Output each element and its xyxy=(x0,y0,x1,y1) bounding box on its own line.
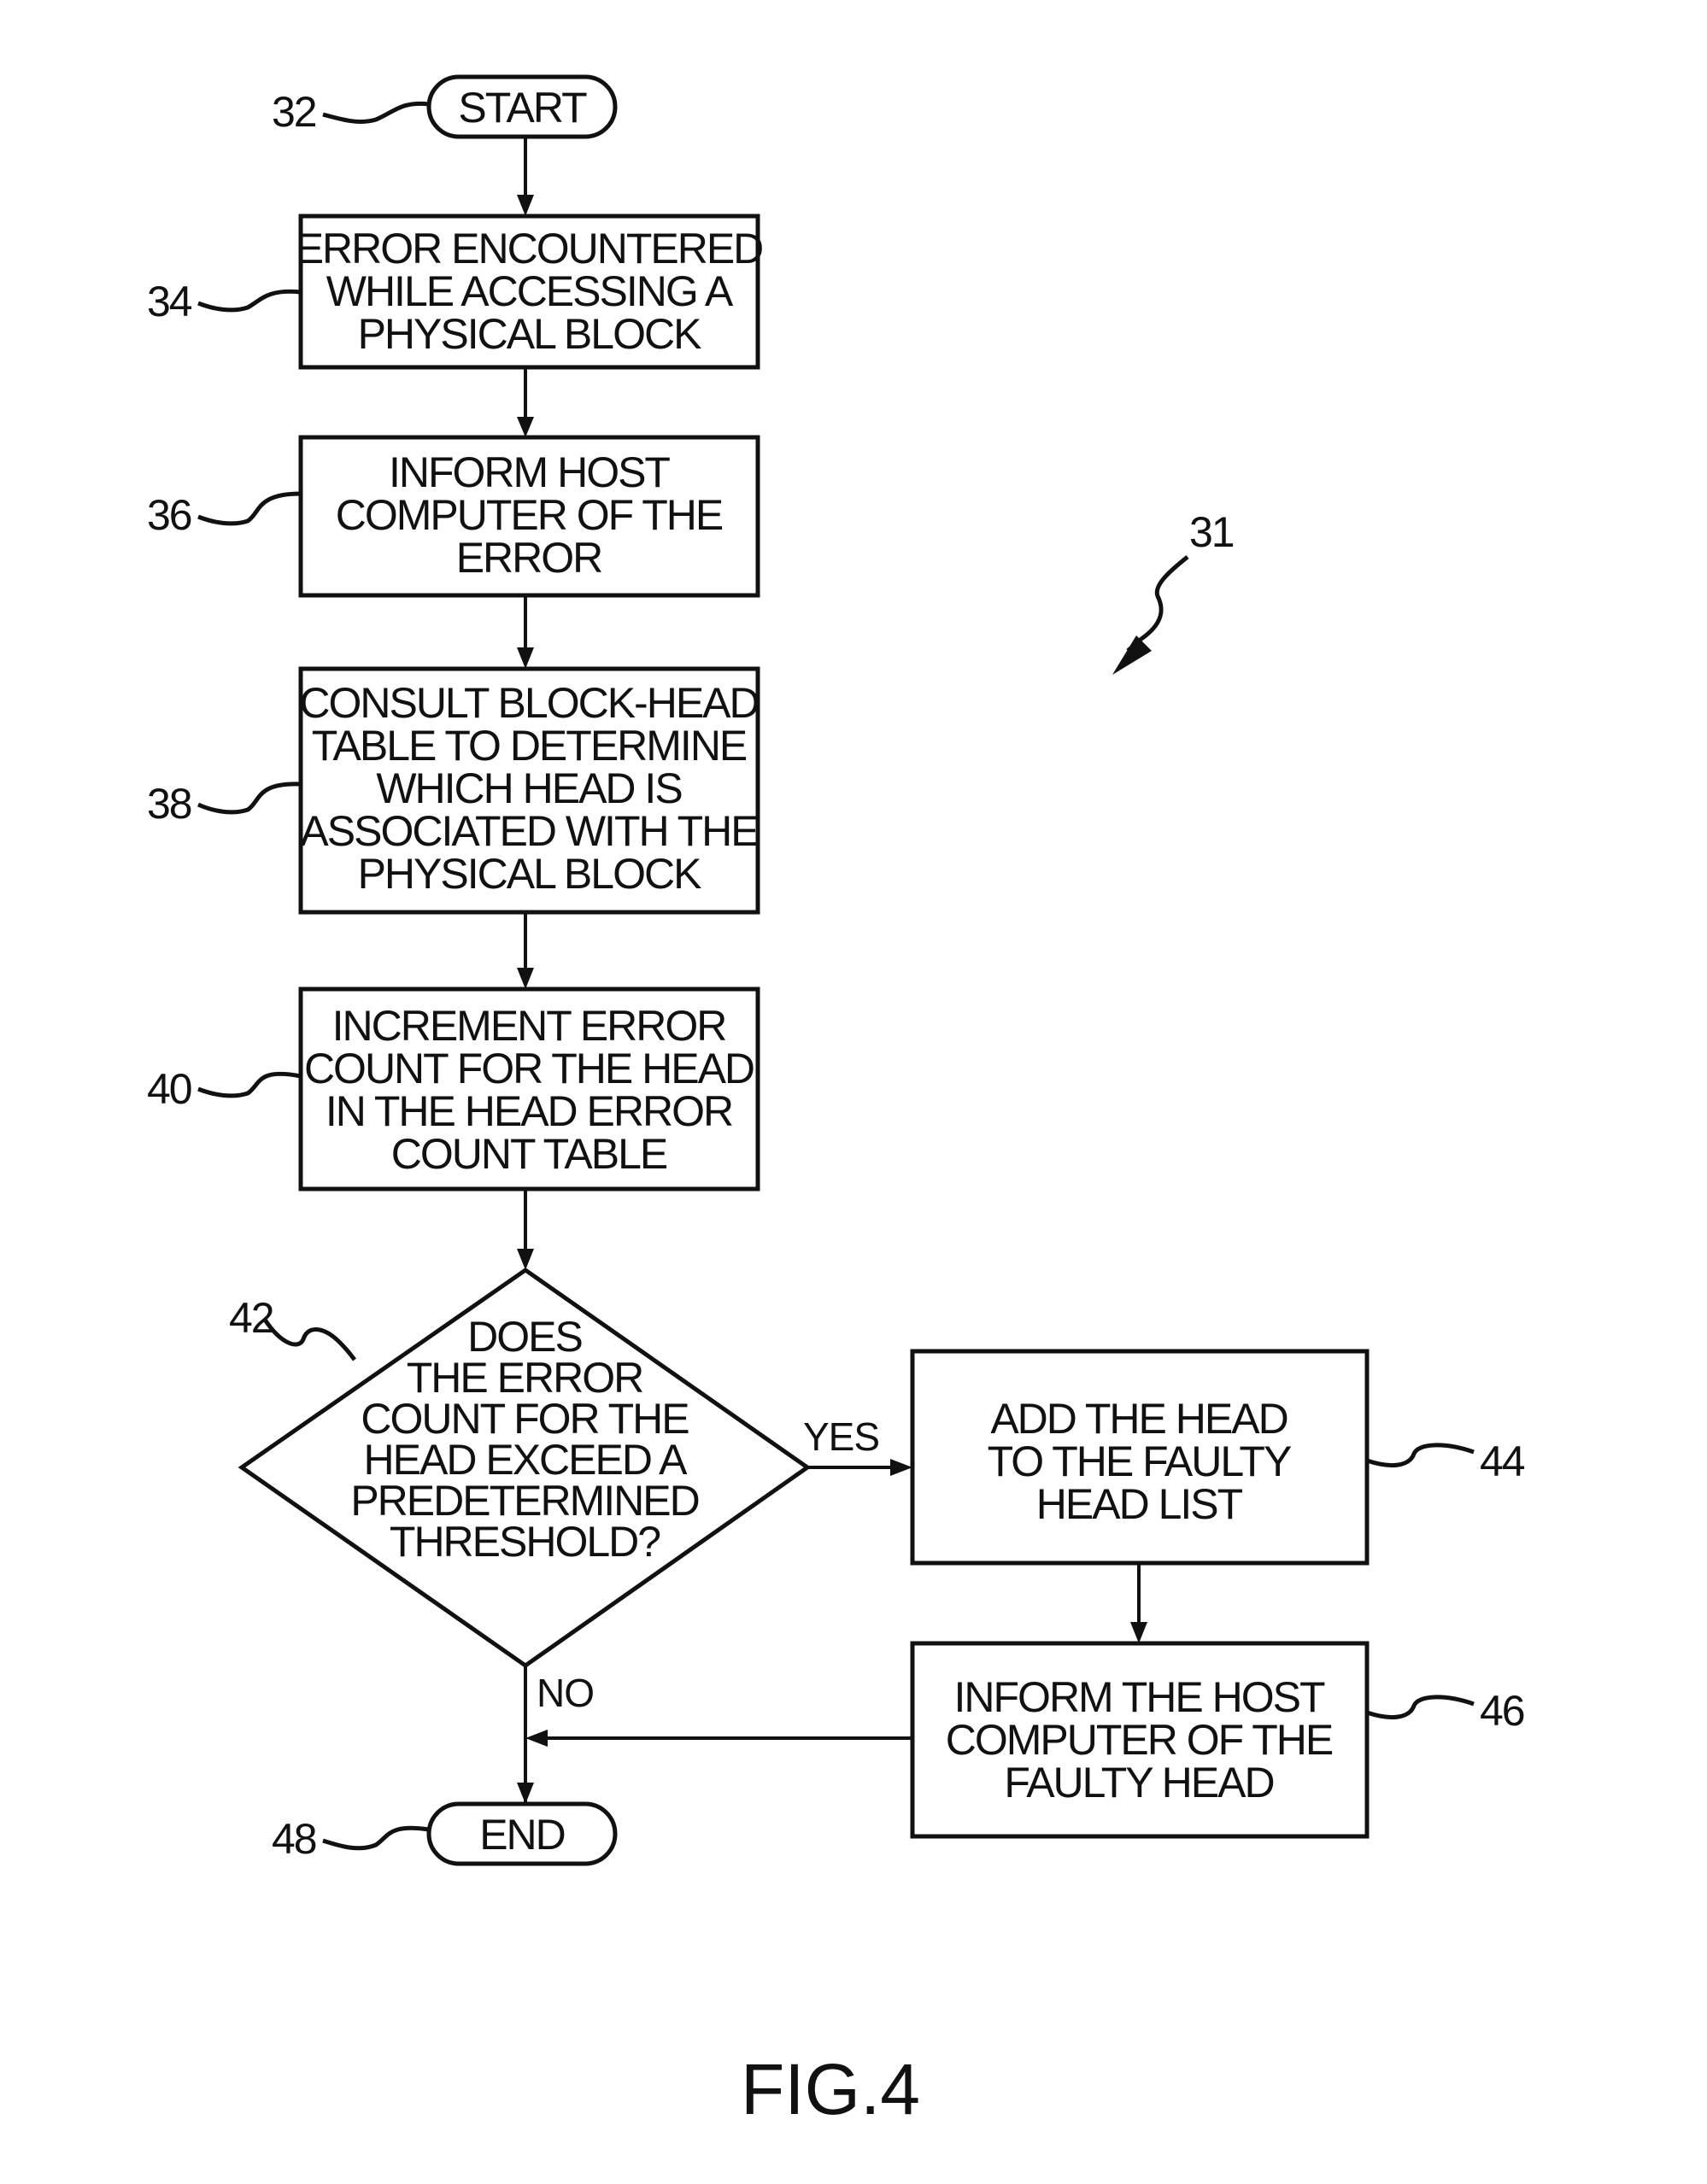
arrowhead-icon xyxy=(517,647,534,669)
arrowhead-icon xyxy=(517,195,534,216)
box-40-line-2: COUNT FOR THE HEAD xyxy=(304,1045,754,1092)
leader-34 xyxy=(197,289,302,313)
box-34-line-3: PHYSICAL BLOCK xyxy=(358,310,702,358)
box-38-line-2: TABLE TO DETERMINE xyxy=(312,722,747,770)
box-36-line-3: ERROR xyxy=(456,534,602,582)
box-38-line-1: CONSULT BLOCK-HEAD xyxy=(299,679,758,727)
node-start: START 32 xyxy=(272,74,618,139)
node-46: INFORM THE HOST COMPUTER OF THE FAULTY H… xyxy=(910,1641,1526,1839)
ref-36: 36 xyxy=(147,491,191,539)
no-label: NO xyxy=(537,1671,594,1715)
arrowhead-icon xyxy=(517,1783,534,1804)
ref-46: 46 xyxy=(1480,1687,1524,1735)
leader-48 xyxy=(322,1825,430,1851)
node-38: CONSULT BLOCK-HEAD TABLE TO DETERMINE WH… xyxy=(147,666,760,915)
node-36: INFORM HOST COMPUTER OF THE ERROR 36 xyxy=(147,435,760,598)
diamond-42-line-6: THRESHOLD? xyxy=(390,1518,660,1566)
figure-caption: FIG.4 xyxy=(741,2049,920,2129)
box-40-line-4: COUNT TABLE xyxy=(391,1130,667,1178)
box-34-line-1: ERROR ENCOUNTERED xyxy=(296,225,763,272)
ref-32: 32 xyxy=(272,88,316,136)
box-38-line-5: PHYSICAL BLOCK xyxy=(358,850,702,898)
leader-44 xyxy=(1366,1443,1475,1467)
arrowhead-icon xyxy=(890,1459,912,1476)
flowchart-diagram: START 32 ERROR ENCOUNTERED WHILE ACCESSI… xyxy=(147,74,1527,2129)
leader-32 xyxy=(322,101,430,124)
ref-34: 34 xyxy=(147,278,192,325)
node-end: END 48 xyxy=(272,1801,618,1866)
box-36-line-1: INFORM HOST xyxy=(389,448,670,496)
node-40: INCREMENT ERROR COUNT FOR THE HEAD IN TH… xyxy=(147,987,760,1192)
arrowhead-icon xyxy=(517,417,534,437)
yes-label: YES xyxy=(803,1414,879,1459)
leader-40 xyxy=(197,1071,302,1098)
box-36-line-2: COMPUTER OF THE xyxy=(336,491,723,539)
arrowhead-icon xyxy=(525,1730,548,1747)
figure-reference-31: 31 xyxy=(1112,508,1235,675)
node-42: DOES THE ERROR COUNT FOR THE HEAD EXCEED… xyxy=(229,1267,880,1715)
node-34: ERROR ENCOUNTERED WHILE ACCESSING A PHYS… xyxy=(147,214,764,370)
box-40-line-1: INCREMENT ERROR xyxy=(332,1002,726,1050)
box-46-line-2: COMPUTER OF THE xyxy=(946,1716,1333,1764)
leader-42 xyxy=(262,1318,357,1361)
leader-38 xyxy=(197,782,302,815)
box-46-line-1: INFORM THE HOST xyxy=(954,1673,1325,1721)
box-44-line-1: ADD THE HEAD xyxy=(990,1395,1287,1443)
leader-36 xyxy=(197,491,302,526)
ref-44: 44 xyxy=(1480,1437,1525,1485)
box-44-line-3: HEAD LIST xyxy=(1036,1480,1243,1528)
ref-48: 48 xyxy=(272,1815,316,1863)
pointer-arrowhead-icon xyxy=(1112,635,1152,675)
box-40-line-3: IN THE HEAD ERROR xyxy=(326,1087,732,1135)
node-44: ADD THE HEAD TO THE FAULTY HEAD LIST 44 xyxy=(910,1349,1527,1566)
arrowhead-icon xyxy=(517,1249,534,1270)
box-46-line-3: FAULTY HEAD xyxy=(1004,1759,1273,1806)
start-label: START xyxy=(458,84,587,132)
box-38-line-4: ASSOCIATED WITH THE xyxy=(300,807,758,855)
arrowhead-icon xyxy=(1130,1622,1147,1643)
box-44-line-2: TO THE FAULTY xyxy=(988,1437,1292,1485)
ref-40: 40 xyxy=(147,1065,191,1113)
box-34-line-2: WHILE ACCESSING A xyxy=(326,267,734,315)
leader-46 xyxy=(1366,1695,1475,1719)
arrowhead-icon xyxy=(517,968,534,989)
ref-31: 31 xyxy=(1189,508,1234,556)
box-38-line-3: WHICH HEAD IS xyxy=(376,764,682,812)
end-label: END xyxy=(479,1811,565,1859)
ref-38: 38 xyxy=(147,780,191,828)
ref-42: 42 xyxy=(229,1294,273,1342)
